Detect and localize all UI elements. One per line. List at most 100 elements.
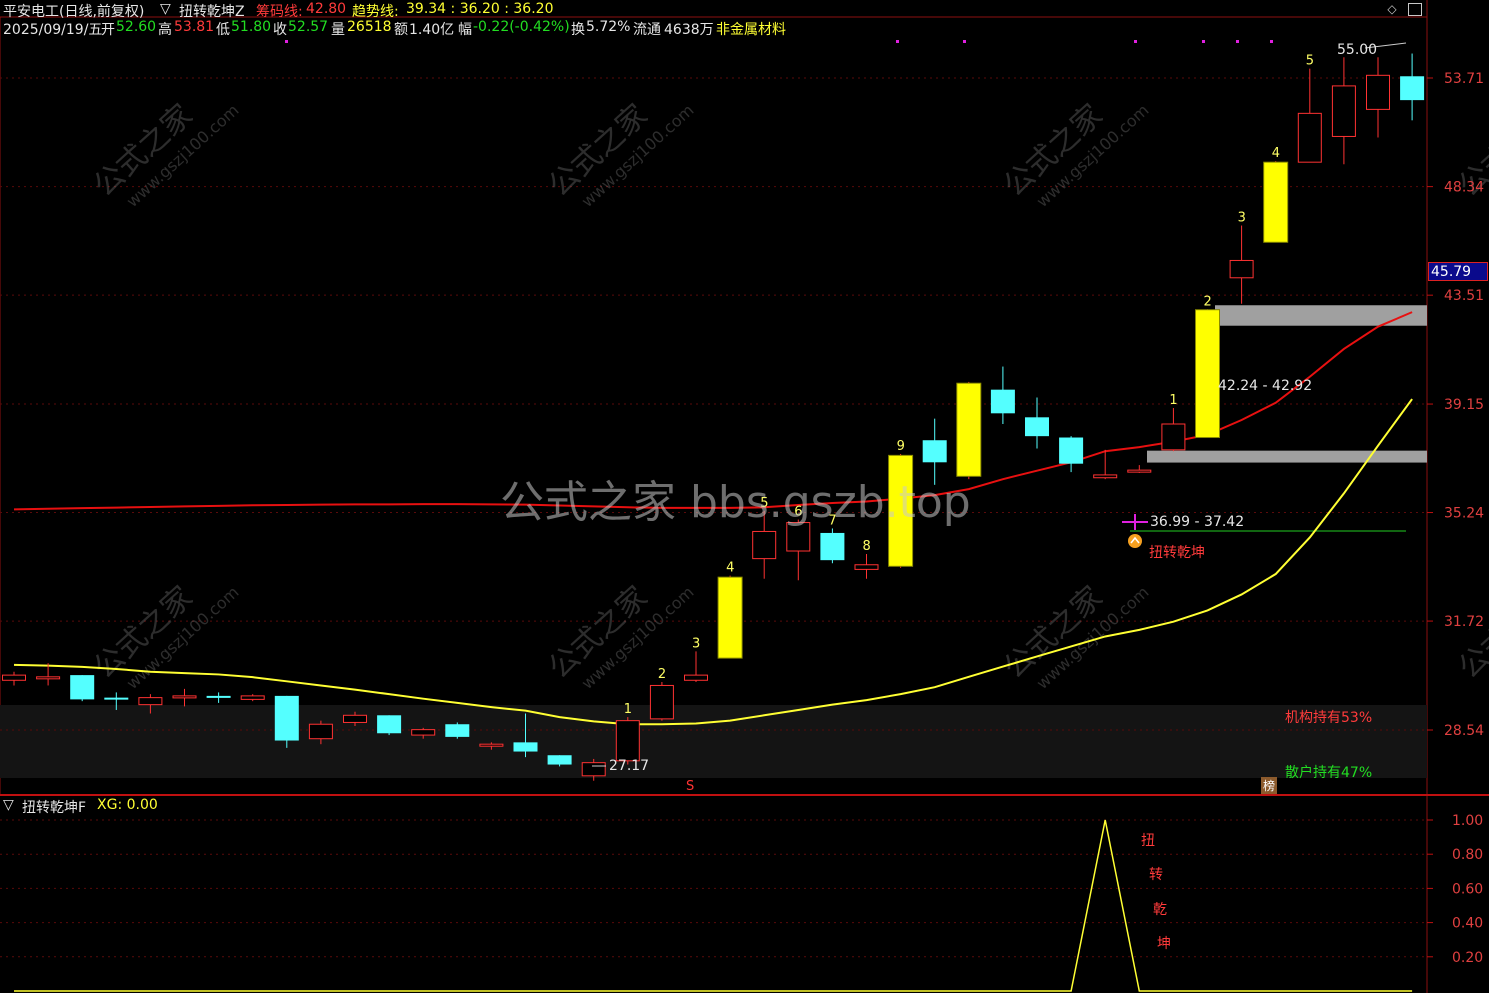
candle-body-down <box>820 532 845 561</box>
indicator-name[interactable]: 扭转乾坤Z <box>179 1 245 21</box>
candle-count-label: 5 <box>1306 54 1314 69</box>
candle-count-label: 9 <box>897 439 905 454</box>
sub-signal-char-4: 坤 <box>1157 936 1171 952</box>
open-label: 开 <box>101 22 115 38</box>
candle-body-down <box>377 715 402 734</box>
candle-body-up <box>36 676 61 680</box>
sub-tick-label: 0.80 <box>1452 847 1483 863</box>
candle-body-up <box>1093 474 1118 479</box>
candle-body-down <box>990 389 1015 414</box>
chip-line-value: 42.80 <box>306 1 347 17</box>
retail-holding: 散户持有47% <box>1285 765 1373 781</box>
low-label: 低 <box>216 22 230 38</box>
float-value: 4638万 <box>664 22 714 38</box>
stock-chart-window: 公式之家 www.gszj100.com 公式之家 www.gszj100.com 公式… <box>0 0 1489 993</box>
candle-body-up <box>1127 469 1152 473</box>
sub-indicator-toggle-icon[interactable]: ▽ <box>3 797 14 813</box>
watermark-center: 公式之家 bbs.gszb.top <box>500 477 971 528</box>
restore-diamond-icon[interactable]: ◇ <box>1385 2 1399 16</box>
candle-count-label: 2 <box>1204 294 1212 309</box>
stock-title[interactable]: 平安电工(日线,前复权) <box>3 1 144 21</box>
min-price-label: 27.17 <box>609 758 650 774</box>
sub-tick-label: 1.00 <box>1452 813 1483 829</box>
candle-count-label: 4 <box>1272 146 1280 161</box>
signal-dot <box>285 40 288 43</box>
amount-label: 额 <box>394 22 408 38</box>
candle-body-down <box>274 695 299 741</box>
candle-body-up <box>172 695 197 699</box>
sub-tick-label: 0.20 <box>1452 950 1483 966</box>
chip-line-label: 筹码线: <box>256 4 303 20</box>
candle-body-up <box>1161 423 1186 451</box>
candle-body-down <box>206 695 231 698</box>
turnover-value: 5.72% <box>586 19 631 35</box>
candle-body-up <box>343 714 367 723</box>
candle-body-up <box>1297 112 1322 163</box>
candle-body-up <box>615 720 640 762</box>
s-marker[interactable]: S <box>686 779 694 794</box>
candle-body-up <box>240 695 265 700</box>
change-label: 幅 <box>458 22 472 38</box>
signal-marker-icon <box>1128 534 1142 548</box>
candle-body-up <box>411 729 436 736</box>
candle <box>274 695 299 748</box>
candle: 2 <box>1195 294 1220 439</box>
candle-body-up <box>752 530 777 560</box>
float-label: 流通 <box>633 22 661 38</box>
trend-line-label: 趋势线: <box>352 4 399 20</box>
sector-label: 非金属材料 <box>716 22 786 38</box>
current-price-badge: 45.79 <box>1428 262 1488 281</box>
candle-body-up <box>1331 85 1356 137</box>
candle-body-down <box>1059 437 1084 464</box>
signal-dot <box>963 40 966 43</box>
candle-body-down <box>513 742 538 752</box>
date-label: 2025/09/19/五 <box>3 22 103 38</box>
candle-body-down <box>1400 76 1425 101</box>
bang-marker[interactable]: 榜 <box>1261 777 1278 794</box>
candle <box>956 381 982 480</box>
low-value: 51.80 <box>231 19 272 35</box>
candle-body-up <box>684 674 708 681</box>
candle-body-up <box>308 723 333 740</box>
close-value: 52.57 <box>288 19 329 35</box>
candle-body-highlight <box>1263 161 1289 243</box>
candle-body-down <box>547 755 572 765</box>
signal-dot <box>1270 40 1273 43</box>
signal-dot <box>1236 40 1239 43</box>
trend-line-values: 39.34 : 36.20 : 36.20 <box>406 1 554 17</box>
sub-tick-label: 0.60 <box>1452 881 1483 897</box>
sub-tick-label: 0.40 <box>1452 916 1483 932</box>
price-tick-label: 43.51 <box>1444 288 1484 304</box>
layout-toggle-icon[interactable] <box>1408 3 1422 16</box>
candle-body-up <box>479 743 504 747</box>
candle-count-label: 1 <box>624 702 632 717</box>
candle-count-label: 3 <box>692 636 700 651</box>
sub-signal-char-3: 乾 <box>1153 902 1167 918</box>
candle-body-down <box>104 697 129 700</box>
amount-value: 1.40亿 <box>409 22 455 38</box>
xg-value: XG: 0.00 <box>97 797 158 813</box>
candle <box>377 715 402 736</box>
indicator-toggle-icon[interactable]: ▽ <box>160 1 171 17</box>
candle-body-highlight <box>1195 309 1220 439</box>
candle-body-up <box>854 564 879 570</box>
sub-signal-char-2: 转 <box>1149 867 1163 883</box>
candle-body-down <box>445 724 470 737</box>
candle <box>445 722 470 739</box>
close-label: 收 <box>273 22 287 38</box>
price-tick-label: 28.54 <box>1444 723 1484 739</box>
signal-label: 扭转乾坤 <box>1149 545 1205 561</box>
price-tick-label: 48.34 <box>1444 180 1484 196</box>
sub-indicator-name[interactable]: 扭转乾坤F <box>22 797 86 817</box>
high-value: 53.81 <box>174 19 215 35</box>
turnover-label: 换 <box>571 22 585 38</box>
price-tick-label: 53.71 <box>1444 71 1484 87</box>
max-price-label: 55.00 <box>1337 42 1378 58</box>
volume-label: 量 <box>331 22 345 38</box>
holding-zone <box>0 705 1427 778</box>
price-tick-label: 31.72 <box>1444 614 1484 630</box>
candle-body-highlight <box>717 576 743 659</box>
price-zone-upper <box>1215 305 1427 326</box>
signal-dot <box>1202 40 1205 43</box>
price-tick-label: 39.15 <box>1444 397 1484 413</box>
